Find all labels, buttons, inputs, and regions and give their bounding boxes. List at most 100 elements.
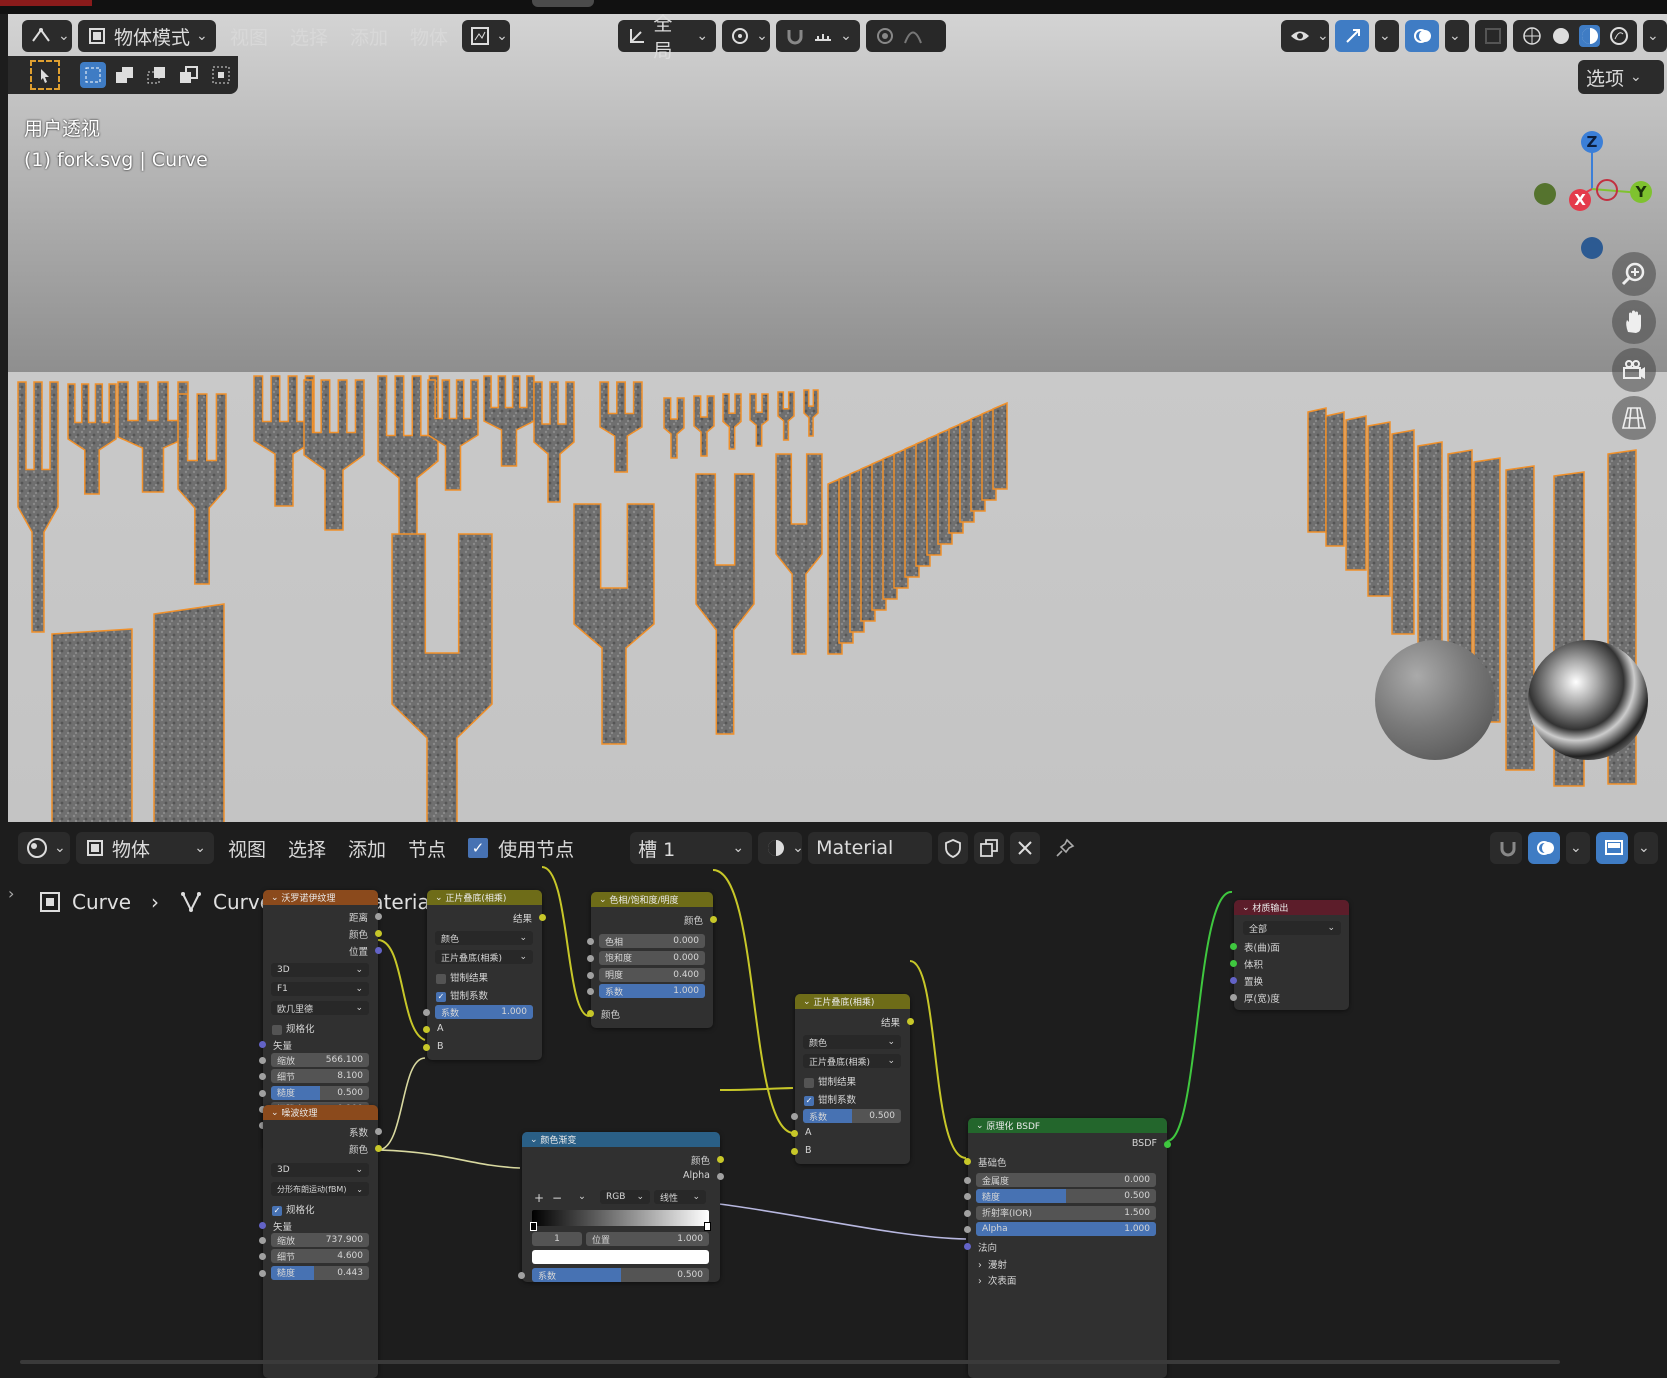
fork-object[interactable] bbox=[663, 397, 685, 459]
dimensions-dropdown[interactable]: 3D ⌄ bbox=[271, 1163, 369, 1177]
socket-input[interactable] bbox=[259, 1253, 266, 1261]
socket-result[interactable] bbox=[907, 1018, 914, 1025]
camera-view-button[interactable] bbox=[1612, 348, 1656, 392]
select-invert-icon[interactable] bbox=[176, 62, 202, 88]
socket-factor[interactable] bbox=[375, 1128, 382, 1135]
fork-object[interactable] bbox=[533, 381, 575, 503]
stop-color-swatch[interactable] bbox=[532, 1250, 709, 1264]
socket-input[interactable] bbox=[964, 1226, 971, 1234]
fork-object[interactable] bbox=[695, 473, 755, 735]
overlays-dropdown[interactable]: ⌄ bbox=[1445, 20, 1469, 52]
pivot-point-dropdown[interactable]: ⌄ bbox=[722, 20, 771, 52]
node-header[interactable]: ⌄ 沃罗诺伊纹理 bbox=[263, 890, 378, 905]
dimensions-dropdown[interactable]: 3D ⌄ bbox=[271, 963, 369, 977]
navigation-gizmo[interactable]: Z X Y bbox=[1508, 109, 1652, 269]
mix-multiply-node-2[interactable]: ⌄ 正片叠底(相乘) 结果 颜色 ⌄ 正片叠底(相乘) ⌄ 钳制结果 ✓ 钳制系数 系… bbox=[791, 994, 914, 1164]
menu-view[interactable]: 视图 bbox=[222, 20, 276, 52]
factor-field[interactable]: 系数 0.500 bbox=[803, 1109, 901, 1123]
fork-object[interactable] bbox=[303, 379, 365, 531]
mix-multiply-node-1[interactable]: ⌄ 正片叠底(相乘) 结果 颜色 ⌄ 正片叠底(相乘) ⌄ 钳制结果 ✓ 钳制系数 系… bbox=[423, 890, 546, 1060]
node-editor[interactable]: ⌄ 物体 ⌄ 视图 选择 添加 节点 ✓ 使用节点 槽 1 ⌄ ⌄ Material… bbox=[0, 822, 1667, 1378]
gradient-bar[interactable] bbox=[532, 1210, 709, 1226]
solid-shading-icon[interactable] bbox=[1550, 25, 1571, 47]
gizmo-y-axis[interactable]: Y bbox=[1630, 181, 1652, 203]
socket-surface[interactable] bbox=[1230, 943, 1237, 950]
value-field[interactable]: 细节 4.600 bbox=[271, 1249, 369, 1264]
mode-dropdown[interactable]: 物体模式 ⌄ bbox=[78, 20, 216, 52]
socket-input[interactable] bbox=[964, 1177, 971, 1184]
node-header[interactable]: ⌄ 正片叠底(相乘) bbox=[427, 890, 542, 905]
socket-input[interactable] bbox=[587, 938, 594, 945]
socket-color-out[interactable] bbox=[710, 916, 717, 923]
clamp-result-checkbox[interactable]: 钳制结果 bbox=[436, 970, 488, 984]
editor-type-button[interactable]: ⌄ bbox=[22, 20, 72, 52]
gizmo-toggle[interactable] bbox=[1335, 20, 1369, 52]
socket-color[interactable] bbox=[375, 930, 382, 937]
select-subtract-icon[interactable] bbox=[144, 62, 170, 88]
checkbox-icon[interactable] bbox=[804, 1077, 814, 1088]
material-output-node[interactable]: ⌄ 材质输出 全部 ⌄ 表(曲)面 体积 置换 厚(宽)度 bbox=[1230, 900, 1349, 1010]
socket-a[interactable] bbox=[423, 1026, 430, 1033]
socket-vector[interactable] bbox=[259, 1222, 266, 1229]
collapse-icon[interactable]: ⌄ bbox=[976, 1121, 986, 1131]
xray-toggle[interactable] bbox=[1475, 20, 1507, 52]
ramp-menu-icon[interactable]: ⌄ bbox=[578, 1191, 586, 1202]
gizmo-neg-y-axis[interactable] bbox=[1534, 183, 1556, 205]
color-ramp-node[interactable]: ⌄ 颜色渐变 颜色 Alpha + − ⌄ RGB ⌄ 线性 ⌄ 1 位置 1.000… bbox=[518, 1132, 724, 1282]
node-header[interactable]: ⌄ 正片叠底(相乘) bbox=[795, 994, 910, 1009]
principled-bsdf-node[interactable]: ⌄ 原理化 BSDF BSDF 基础色 法向 › 漫射 › 次表面 金属度 0.0… bbox=[964, 1118, 1171, 1378]
shading-dropdown[interactable]: ⌄ bbox=[1643, 20, 1667, 52]
socket-color[interactable] bbox=[717, 1156, 724, 1163]
select-intersect-icon[interactable] bbox=[208, 62, 234, 88]
node-header[interactable]: ⌄ 色相/饱和度/明度 bbox=[591, 892, 713, 907]
clamp-result-checkbox[interactable]: 钳制结果 bbox=[804, 1074, 856, 1088]
socket-normal[interactable] bbox=[964, 1243, 971, 1250]
noise-type-dropdown[interactable]: 分形布朗运动(fBM) ⌄ bbox=[271, 1182, 369, 1196]
value-field[interactable]: 糙度 0.443 bbox=[271, 1265, 369, 1280]
checkbox-icon[interactable]: ✓ bbox=[804, 1095, 814, 1106]
fork-object[interactable] bbox=[483, 375, 535, 467]
fork-object[interactable] bbox=[775, 453, 823, 655]
menu-object[interactable]: 物体 bbox=[402, 20, 456, 52]
pan-hand-button[interactable] bbox=[1612, 300, 1656, 344]
stop-position-field[interactable]: 位置 1.000 bbox=[586, 1232, 709, 1246]
fork-object[interactable] bbox=[749, 393, 769, 447]
collapse-icon[interactable]: ⌄ bbox=[271, 1108, 281, 1118]
gizmo-neg-x-axis[interactable] bbox=[1596, 179, 1618, 201]
fork-object[interactable] bbox=[153, 603, 225, 822]
tweak-select-icon[interactable] bbox=[30, 60, 60, 90]
proportional-edit-dropdown[interactable] bbox=[866, 20, 947, 52]
value-field[interactable]: 缩放 737.900 bbox=[271, 1233, 369, 1247]
material-preview-icon[interactable] bbox=[1579, 25, 1600, 47]
select-new-icon[interactable] bbox=[80, 62, 106, 88]
snap-dropdown[interactable]: ⌄ bbox=[776, 20, 861, 52]
add-stop-icon[interactable]: + bbox=[534, 1191, 544, 1205]
node-header[interactable]: ⌄ 原理化 BSDF bbox=[968, 1118, 1167, 1133]
fork-object[interactable] bbox=[722, 393, 742, 450]
factor-field[interactable]: 系数 1.000 bbox=[435, 1005, 533, 1019]
socket-bsdf[interactable] bbox=[1164, 1141, 1171, 1148]
normalize-checkbox[interactable]: 规格化 bbox=[272, 1021, 315, 1035]
value-field[interactable]: Alpha 1.000 bbox=[976, 1222, 1156, 1237]
feature-dropdown[interactable]: F1 ⌄ bbox=[271, 982, 369, 996]
socket-b[interactable] bbox=[791, 1148, 798, 1155]
diffuse-panel[interactable]: › 漫射 bbox=[978, 1257, 1007, 1271]
socket-factor[interactable] bbox=[518, 1272, 525, 1279]
socket-alpha[interactable] bbox=[717, 1173, 724, 1180]
socket-input[interactable] bbox=[964, 1209, 971, 1217]
gizmo-dropdown[interactable]: ⌄ bbox=[1375, 20, 1399, 52]
socket-displacement[interactable] bbox=[1230, 977, 1237, 984]
socket-base-color[interactable] bbox=[964, 1158, 971, 1165]
gizmo-x-axis[interactable]: X bbox=[1569, 189, 1591, 211]
value-field[interactable]: 缩放 566.100 bbox=[271, 1053, 369, 1067]
gizmo-z-axis[interactable]: Z bbox=[1581, 131, 1603, 153]
fork-object[interactable] bbox=[1391, 429, 1415, 635]
fork-object[interactable] bbox=[51, 628, 133, 822]
socket-input[interactable] bbox=[259, 1073, 266, 1081]
stop-index-field[interactable]: 1 bbox=[532, 1232, 582, 1246]
socket-input[interactable] bbox=[587, 988, 594, 996]
perspective-toggle-button[interactable] bbox=[1612, 396, 1656, 440]
node-header[interactable]: ⌄ 噪波纹理 bbox=[263, 1105, 378, 1120]
factor-field[interactable]: 系数 0.500 bbox=[532, 1268, 709, 1282]
socket-factor[interactable] bbox=[791, 1113, 798, 1120]
